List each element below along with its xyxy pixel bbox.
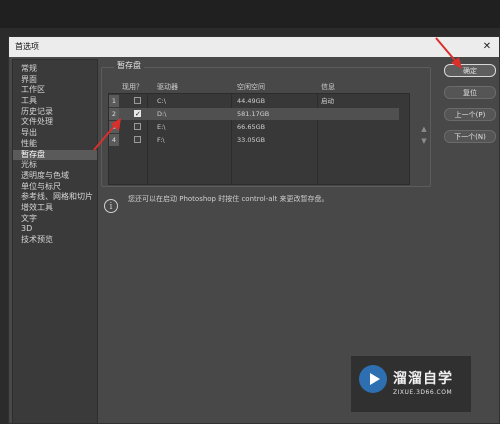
table-row[interactable]: 4 F:\ 33.05GB [109,134,399,146]
previous-button[interactable]: 上一个(P) [444,108,496,121]
table-row[interactable]: 1 C:\ 44.49GB 启动 [109,95,399,107]
sidebar-item-general[interactable]: 常规 [13,64,97,75]
sidebar-item-units-rulers[interactable]: 单位与标尺 [13,182,97,193]
drive-cell: D:\ [157,110,167,118]
active-checkbox-checked[interactable]: ✓ [134,110,141,118]
sidebar-item-guides-grid[interactable]: 参考线、网格和切片 [13,192,97,203]
move-down-icon[interactable]: ▼ [418,135,430,147]
sidebar-item-performance[interactable]: 性能 [13,139,97,150]
sidebar-item-type[interactable]: 文字 [13,214,97,225]
active-checkbox[interactable] [134,97,141,104]
watermark: 溜溜自学 ZIXUE.3D66.COM [351,356,471,412]
sidebar-item-plugins[interactable]: 增效工具 [13,203,97,214]
free-space-cell: 581.17GB [237,110,270,118]
column-info: 信息 [321,83,335,91]
sidebar-item-export[interactable]: 导出 [13,128,97,139]
row-number: 3 [109,121,119,133]
info-note: 您还可以在启动 Photoshop 时按住 control-alt 来更改暂存盘… [128,195,329,203]
preferences-sidebar: 常规 界面 工作区 工具 历史记录 文件处理 导出 性能 暂存盘 光标 透明度与… [12,59,98,424]
watermark-name: 溜溜自学 [393,371,453,387]
dialog-title-text: 首选项 [15,42,39,51]
sidebar-item-workspace[interactable]: 工作区 [13,85,97,96]
sidebar-item-file-handling[interactable]: 文件处理 [13,117,97,128]
info-icon: i [104,199,118,213]
free-space-cell: 66.65GB [237,123,266,131]
active-checkbox[interactable] [134,123,141,130]
next-button[interactable]: 下一个(N) [444,130,496,143]
info-cell: 启动 [321,97,334,105]
reorder-arrows: ▲ ▼ [418,123,430,147]
column-drive: 驱动器 [157,83,178,91]
row-number: 2 [109,108,119,120]
ok-button[interactable]: 确定 [444,64,496,77]
active-checkbox[interactable] [134,136,141,143]
app-top-bar [0,0,500,28]
sidebar-item-interface[interactable]: 界面 [13,75,97,86]
drive-cell: C:\ [157,97,166,105]
column-active: 现用？ [122,83,143,91]
dialog-title: 首选项 ✕ [9,37,499,57]
sidebar-item-tech-preview[interactable]: 技术预览 [13,235,97,246]
table-row[interactable]: 3 E:\ 66.65GB [109,121,399,133]
table-row[interactable]: 2 ✓ D:\ 581.17GB [109,108,399,120]
scratch-disks-table: 1 C:\ 44.49GB 启动 2 ✓ D:\ 581.17GB 3 E:\ … [108,93,410,185]
sidebar-item-3d[interactable]: 3D [13,224,97,235]
row-number: 1 [109,95,119,107]
sidebar-item-tools[interactable]: 工具 [13,96,97,107]
play-logo-icon [359,365,387,393]
move-up-icon[interactable]: ▲ [418,123,430,135]
sidebar-item-cursors[interactable]: 光标 [13,160,97,171]
sidebar-item-history[interactable]: 历史记录 [13,107,97,118]
close-icon[interactable]: ✕ [479,37,495,57]
sidebar-item-transparency[interactable]: 透明度与色域 [13,171,97,182]
panel-title: 暂存盘 [114,60,144,71]
row-number: 4 [109,134,119,146]
free-space-cell: 33.05GB [237,136,266,144]
drive-cell: F:\ [157,136,165,144]
table-header: 现用？ 驱动器 空闲空间 信息 [108,82,408,92]
column-free-space: 空闲空间 [237,83,265,91]
free-space-cell: 44.49GB [237,97,266,105]
watermark-url: ZIXUE.3D66.COM [393,389,453,396]
reset-button[interactable]: 复位 [444,86,496,99]
drive-cell: E:\ [157,123,166,131]
sidebar-item-scratch-disks[interactable]: 暂存盘 [13,149,97,161]
